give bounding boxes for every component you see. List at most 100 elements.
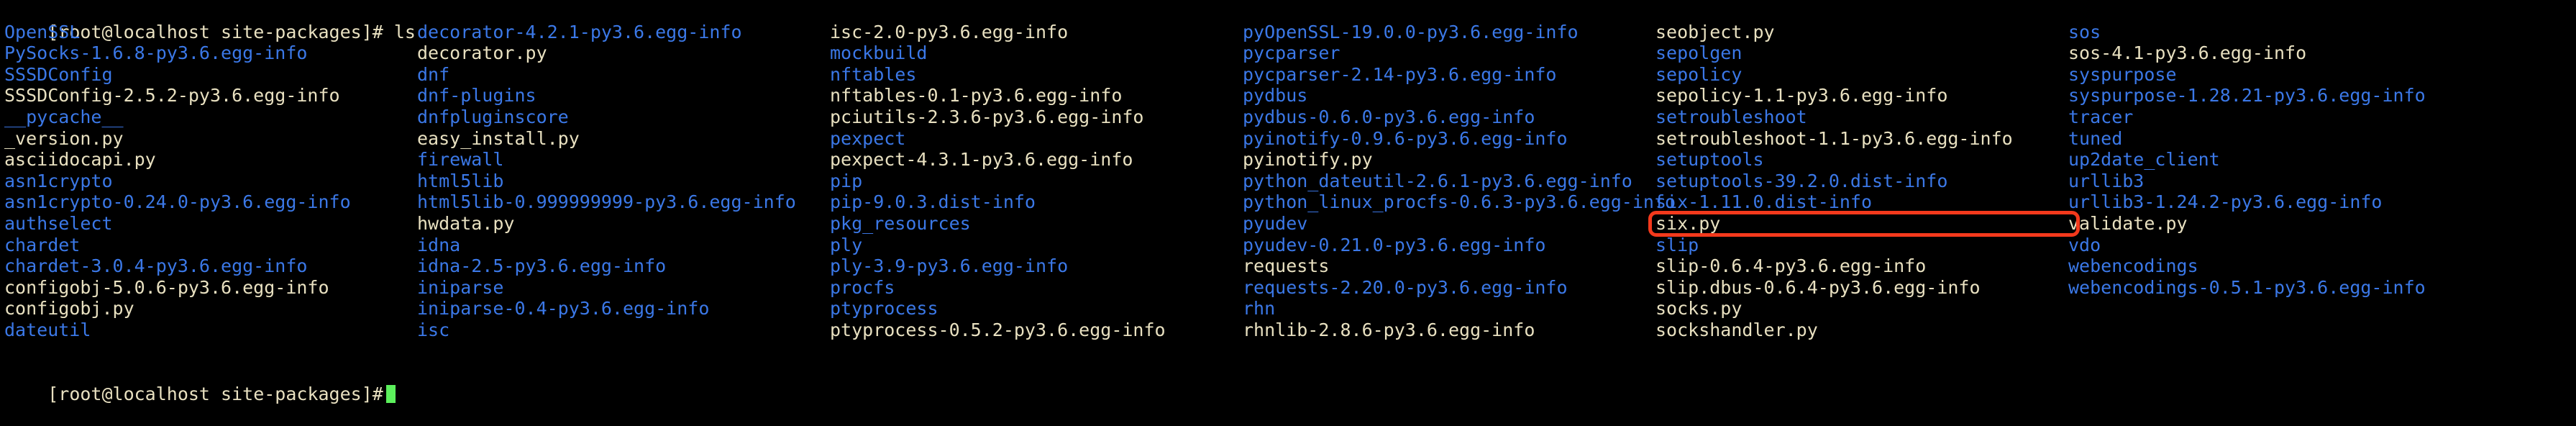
ls-entry[interactable]: OpenSSL <box>4 22 417 43</box>
ls-entry[interactable]: hwdata.py <box>417 213 830 235</box>
ls-entry[interactable]: SSSDConfig-2.5.2-py3.6.egg-info <box>4 85 417 106</box>
ls-entry[interactable]: pydbus <box>1243 85 1655 106</box>
ls-entry[interactable]: asciidocapi.py <box>4 149 417 171</box>
ls-entry[interactable]: sepolicy-1.1-py3.6.egg-info <box>1655 85 2068 106</box>
ls-entry[interactable]: vdo <box>2068 235 2101 256</box>
ls-entry-empty <box>2068 341 2069 363</box>
ls-entry[interactable]: setroubleshoot <box>1655 106 2068 128</box>
ls-entry[interactable]: rhnlib-2.8.6-py3.6.egg-info <box>1243 320 1655 341</box>
ls-entry[interactable]: easy_install.py <box>417 128 830 150</box>
ls-entry[interactable]: pycparser-2.14-py3.6.egg-info <box>1243 64 1655 86</box>
ls-entry[interactable]: html5lib-0.999999999-py3.6.egg-info <box>417 191 830 213</box>
ls-column-3: isc-2.0-py3.6.egg-info mockbuild nftables n… <box>830 22 1243 363</box>
ls-entry[interactable]: idna-2.5-py3.6.egg-info <box>417 255 830 277</box>
ls-entry[interactable]: pydbus-0.6.0-py3.6.egg-info <box>1243 106 1655 128</box>
ls-entry[interactable]: tuned <box>2068 128 2122 150</box>
ls-entry[interactable]: seobject.py <box>1655 22 2068 43</box>
ls-entry[interactable]: rhn <box>1243 298 1655 320</box>
ls-entry[interactable]: six.py <box>1655 213 2068 235</box>
ls-entry[interactable]: decorator.py <box>417 42 830 64</box>
ls-entry[interactable]: pexpect-4.3.1-py3.6.egg-info <box>830 149 1243 171</box>
ls-entry[interactable]: setuptools-39.2.0.dist-info <box>1655 171 2068 192</box>
ls-entry[interactable]: pyOpenSSL-19.0.0-py3.6.egg-info <box>1243 22 1655 43</box>
ls-entry[interactable]: dnf-plugins <box>417 85 830 106</box>
prompt-line-bottom[interactable]: [root@localhost site-packages]# <box>0 362 2576 404</box>
ls-entry[interactable]: asn1crypto-0.24.0-py3.6.egg-info <box>4 191 417 213</box>
ls-entry-empty <box>1243 341 1655 363</box>
ls-entry[interactable]: html5lib <box>417 171 830 192</box>
ls-entry[interactable]: dnf <box>417 64 830 86</box>
ls-entry[interactable]: webencodings-0.5.1-py3.6.egg-info <box>2068 277 2426 299</box>
ls-column-2: decorator-4.2.1-py3.6.egg-info decorator.… <box>417 22 830 363</box>
ls-entry[interactable]: sos <box>2068 22 2101 43</box>
ls-entry[interactable]: slip-0.6.4-py3.6.egg-info <box>1655 255 2068 277</box>
ls-entry[interactable]: __pycache__ <box>4 106 417 128</box>
ls-entry[interactable]: configobj-5.0.6-py3.6.egg-info <box>4 277 417 299</box>
ls-entry[interactable]: pycparser <box>1243 42 1655 64</box>
ls-entry[interactable]: pciutils-2.3.6-py3.6.egg-info <box>830 106 1243 128</box>
ls-column-6: sos sos-4.1-py3.6.egg-info syspurpose syspu… <box>2068 22 2426 363</box>
ls-entry[interactable]: urllib3 <box>2068 171 2144 192</box>
terminal-window[interactable]: [root@localhost site-packages]# ls OpenS… <box>0 0 2576 426</box>
ls-entry[interactable]: setuptools <box>1655 149 2068 171</box>
ls-entry[interactable]: tracer <box>2068 106 2133 128</box>
prompt-line-command: [root@localhost site-packages]# ls <box>0 0 2576 42</box>
ls-entry[interactable]: sos-4.1-py3.6.egg-info <box>2068 42 2306 64</box>
ls-entry[interactable]: webencodings <box>2068 255 2198 277</box>
ls-entry[interactable]: mockbuild <box>830 42 1243 64</box>
ls-entry[interactable]: pip <box>830 171 1243 192</box>
ls-entry[interactable]: ply-3.9-py3.6.egg-info <box>830 255 1243 277</box>
ls-entry[interactable]: requests <box>1243 255 1655 277</box>
ls-entry[interactable]: slip <box>1655 235 2068 256</box>
ls-entry[interactable]: procfs <box>830 277 1243 299</box>
ls-entry[interactable]: urllib3-1.24.2-py3.6.egg-info <box>2068 191 2383 213</box>
ls-entry[interactable]: ptyprocess-0.5.2-py3.6.egg-info <box>830 320 1243 341</box>
ls-entry[interactable]: dnfpluginscore <box>417 106 830 128</box>
prompt-text-bottom: [root@localhost site-packages]# <box>47 383 383 404</box>
ls-entry[interactable]: isc-2.0-py3.6.egg-info <box>830 22 1243 43</box>
ls-entry[interactable]: nftables-0.1-py3.6.egg-info <box>830 85 1243 106</box>
ls-entry[interactable]: asn1crypto <box>4 171 417 192</box>
ls-entry[interactable]: authselect <box>4 213 417 235</box>
ls-entry[interactable]: iniparse-0.4-py3.6.egg-info <box>417 298 830 320</box>
ls-entry[interactable]: sockshandler.py <box>1655 320 2068 341</box>
ls-entry[interactable]: python_dateutil-2.6.1-py3.6.egg-info <box>1243 171 1655 192</box>
ls-entry[interactable]: socks.py <box>1655 298 2068 320</box>
ls-output-grid: OpenSSL PySocks-1.6.8-py3.6.egg-info SSSDC… <box>0 22 2576 363</box>
ls-entry[interactable]: iniparse <box>417 277 830 299</box>
ls-entry[interactable]: ply <box>830 235 1243 256</box>
ls-entry[interactable]: pyinotify.py <box>1243 149 1655 171</box>
ls-entry[interactable]: PySocks-1.6.8-py3.6.egg-info <box>4 42 417 64</box>
ls-entry[interactable]: sepolicy <box>1655 64 2068 86</box>
ls-entry[interactable]: pip-9.0.3.dist-info <box>830 191 1243 213</box>
ls-entry[interactable]: python_linux_procfs-0.6.3-py3.6.egg-info <box>1243 191 1676 213</box>
ls-entry[interactable]: pexpect <box>830 128 1243 150</box>
ls-entry-empty <box>2068 298 2069 320</box>
ls-entry[interactable]: pyudev <box>1243 213 1655 235</box>
ls-entry[interactable]: syspurpose <box>2068 64 2177 86</box>
ls-entry[interactable]: chardet-3.0.4-py3.6.egg-info <box>4 255 417 277</box>
ls-entry[interactable]: decorator-4.2.1-py3.6.egg-info <box>417 22 830 43</box>
ls-entry[interactable]: firewall <box>417 149 830 171</box>
ls-entry[interactable]: configobj.py <box>4 298 417 320</box>
ls-entry[interactable]: up2date_client <box>2068 149 2220 171</box>
ls-entry[interactable]: ptyprocess <box>830 298 1243 320</box>
ls-entry[interactable]: nftables <box>830 64 1243 86</box>
ls-entry[interactable]: requests-2.20.0-py3.6.egg-info <box>1243 277 1655 299</box>
ls-entry[interactable]: pyinotify-0.9.6-py3.6.egg-info <box>1243 128 1655 150</box>
ls-entry[interactable]: sepolgen <box>1655 42 2068 64</box>
ls-entry[interactable]: validate.py <box>2068 213 2188 235</box>
ls-entry[interactable]: idna <box>417 235 830 256</box>
ls-entry[interactable]: _version.py <box>4 128 417 150</box>
ls-entry[interactable]: slip.dbus-0.6.4-py3.6.egg-info <box>1655 277 2068 299</box>
ls-entry[interactable]: pkg_resources <box>830 213 1243 235</box>
ls-entry[interactable]: isc <box>417 320 830 341</box>
ls-entry[interactable]: pyudev-0.21.0-py3.6.egg-info <box>1243 235 1655 256</box>
ls-entry[interactable]: syspurpose-1.28.21-py3.6.egg-info <box>2068 85 2426 106</box>
ls-entry[interactable]: chardet <box>4 235 417 256</box>
ls-entry-empty <box>2068 320 2069 341</box>
ls-entry[interactable]: setroubleshoot-1.1-py3.6.egg-info <box>1655 128 2068 150</box>
ls-entry[interactable]: SSSDConfig <box>4 64 417 86</box>
ls-entry[interactable]: dateutil <box>4 320 417 341</box>
ls-entry[interactable]: six-1.11.0.dist-info <box>1655 191 2068 213</box>
